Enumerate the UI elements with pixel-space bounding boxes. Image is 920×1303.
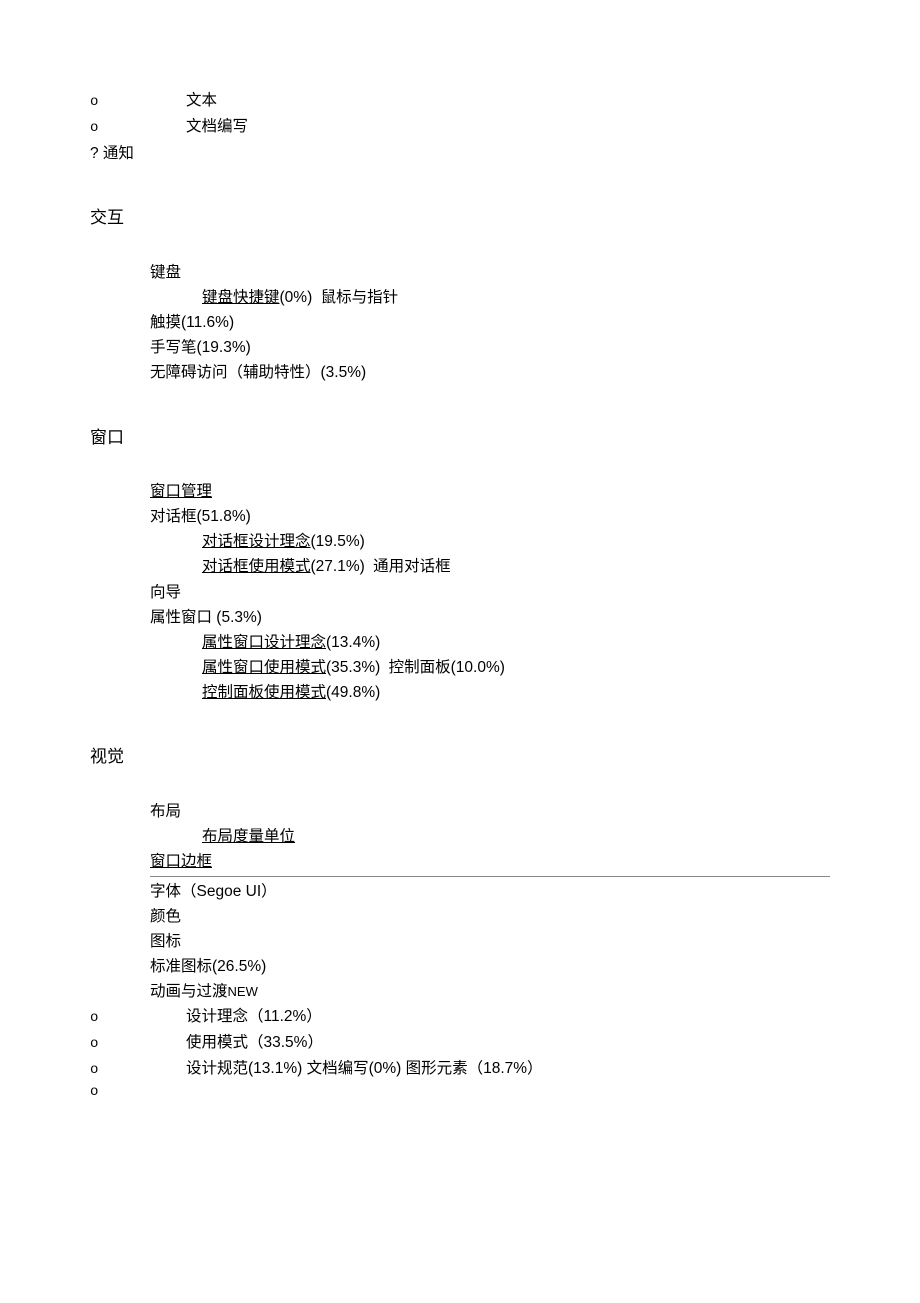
bullet-o-icon: o	[90, 91, 186, 114]
item-color: 颜色	[150, 904, 830, 929]
item-anim-row: 动画与过渡NEW	[150, 979, 830, 1004]
item-stylus: 手写笔(19.3%)	[150, 335, 830, 360]
item-keyboard: 键盘	[150, 260, 830, 285]
notify-line: ? 通知	[90, 141, 830, 166]
item-font: 字体（Segoe UI）	[150, 879, 830, 904]
item-common-dialog: 通用对话框	[373, 558, 451, 575]
bullet-o-icon: o	[90, 1033, 186, 1056]
visual-bullet-row: o 设计规范(13.1%) 文档编写(0%) 图形元素（18.7%）	[90, 1056, 830, 1082]
link-window-mgmt[interactable]: 窗口管理	[150, 483, 212, 500]
pct-dialog-design: (19.5%)	[311, 533, 365, 550]
section-visual-heading: 视觉	[90, 743, 830, 771]
item-layout-unit: 布局度量单位	[202, 824, 830, 849]
section-interaction-heading: 交互	[90, 204, 830, 232]
item-ctrl-panel-pattern-row: 控制面板使用模式(49.8%)	[202, 680, 830, 705]
item-layout: 布局	[150, 799, 830, 824]
item-keyboard-shortcut-row: 键盘快捷键(0%) 鼠标与指针	[202, 285, 830, 310]
item-icon: 图标	[150, 929, 830, 954]
link-layout-unit[interactable]: 布局度量单位	[202, 828, 295, 845]
item-dialog: 对话框(51.8%)	[150, 504, 830, 529]
bullet-o-icon: o	[90, 1059, 186, 1082]
pct-prop-pattern: (35.3%)	[326, 659, 380, 676]
visual-bullet-row: o	[90, 1081, 830, 1104]
pct-prop-design: (13.4%)	[326, 634, 380, 651]
link-prop-design[interactable]: 属性窗口设计理念	[202, 634, 326, 651]
horizontal-separator	[150, 876, 830, 877]
item-touch: 触摸(11.6%)	[150, 310, 830, 335]
pct-keyboard-shortcut: (0%)	[280, 289, 313, 306]
pct-dialog-pattern: (27.1%)	[311, 558, 365, 575]
item-accessibility: 无障碍访问（辅助特性）(3.5%)	[150, 360, 830, 385]
item-mouse: 鼠标与指针	[321, 289, 399, 306]
visual-bullet-3: 设计规范(13.1%) 文档编写(0%) 图形元素（18.7%）	[186, 1056, 543, 1081]
top-bullet-row: o 文档编写	[90, 114, 830, 140]
item-dialog-design-row: 对话框设计理念(19.5%)	[202, 529, 830, 554]
link-keyboard-shortcut[interactable]: 键盘快捷键	[202, 289, 280, 306]
top-bullet-row: o 文本	[90, 88, 830, 114]
link-ctrl-panel-pattern[interactable]: 控制面板使用模式	[202, 684, 326, 701]
item-dialog-pattern-row: 对话框使用模式(27.1%) 通用对话框	[202, 554, 830, 579]
document-page: o 文本 o 文档编写 ? 通知 交互 键盘 键盘快捷键(0%) 鼠标与指针 触…	[0, 0, 920, 1164]
bullet-o-icon: o	[90, 1081, 186, 1104]
link-window-frame[interactable]: 窗口边框	[150, 853, 212, 870]
item-animation: 动画与过渡	[150, 983, 228, 1000]
new-tag: NEW	[228, 984, 258, 999]
item-std-icon: 标准图标(26.5%)	[150, 954, 830, 979]
item-ctrl-panel: 控制面板(10.0%)	[389, 659, 505, 676]
section-window-heading: 窗口	[90, 424, 830, 452]
top-bullet-1: 文本	[186, 88, 217, 113]
visual-bullet-2: 使用模式（33.5%）	[186, 1030, 323, 1055]
pct-ctrl-panel-pattern: (49.8%)	[326, 684, 380, 701]
link-dialog-design[interactable]: 对话框设计理念	[202, 533, 311, 550]
visual-bullet-1: 设计理念（11.2%）	[186, 1004, 322, 1029]
item-prop-design-row: 属性窗口设计理念(13.4%)	[202, 630, 830, 655]
link-dialog-pattern[interactable]: 对话框使用模式	[202, 558, 311, 575]
visual-bullet-row: o 设计理念（11.2%）	[90, 1004, 830, 1030]
link-prop-pattern[interactable]: 属性窗口使用模式	[202, 659, 326, 676]
item-window-frame: 窗口边框	[150, 849, 830, 874]
item-window-mgmt: 窗口管理	[150, 479, 830, 504]
bullet-o-icon: o	[90, 117, 186, 140]
item-prop-pattern-row: 属性窗口使用模式(35.3%) 控制面板(10.0%)	[202, 655, 830, 680]
bullet-o-icon: o	[90, 1007, 186, 1030]
visual-bullet-row: o 使用模式（33.5%）	[90, 1030, 830, 1056]
top-bullet-2: 文档编写	[186, 114, 248, 139]
item-prop-win: 属性窗口 (5.3%)	[150, 605, 830, 630]
item-wizard: 向导	[150, 580, 830, 605]
